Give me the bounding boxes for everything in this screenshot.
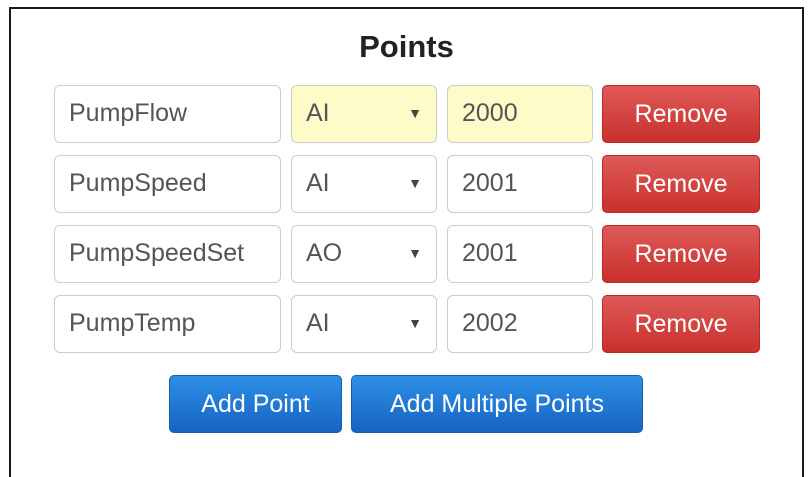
point-type-value: AO: [306, 239, 343, 267]
point-row: PumpTemp AI ▼ 2002 Remove: [54, 295, 762, 355]
point-name-input[interactable]: PumpFlow: [54, 85, 281, 143]
points-panel: Points PumpFlow AI ▼ 2000 Remove PumpSpe…: [9, 7, 804, 477]
point-row: PumpSpeedSet AO ▼ 2001 Remove: [54, 225, 762, 285]
point-type-select[interactable]: AI ▼: [291, 85, 437, 143]
point-type-select[interactable]: AI ▼: [291, 155, 437, 213]
point-type-value: AI: [306, 169, 330, 197]
remove-button[interactable]: Remove: [602, 85, 760, 143]
point-type-value: AI: [306, 309, 330, 337]
point-name-input[interactable]: PumpTemp: [54, 295, 281, 353]
remove-button[interactable]: Remove: [602, 295, 760, 353]
chevron-down-icon: ▼: [408, 315, 422, 331]
chevron-down-icon: ▼: [408, 175, 422, 191]
point-name-input[interactable]: PumpSpeedSet: [54, 225, 281, 283]
point-port-input[interactable]: 2002: [447, 295, 593, 353]
chevron-down-icon: ▼: [408, 105, 422, 121]
remove-button[interactable]: Remove: [602, 225, 760, 283]
point-row: PumpFlow AI ▼ 2000 Remove: [54, 85, 762, 145]
point-name-input[interactable]: PumpSpeed: [54, 155, 281, 213]
page-title: Points: [359, 29, 454, 64]
chevron-down-icon: ▼: [408, 245, 422, 261]
point-row: PumpSpeed AI ▼ 2001 Remove: [54, 155, 762, 215]
point-port-input[interactable]: 2001: [447, 155, 593, 213]
add-multiple-points-button[interactable]: Add Multiple Points: [351, 375, 643, 433]
point-type-select[interactable]: AO ▼: [291, 225, 437, 283]
point-port-input[interactable]: 2000: [447, 85, 593, 143]
point-type-value: AI: [306, 99, 330, 127]
remove-button[interactable]: Remove: [602, 155, 760, 213]
point-port-input[interactable]: 2001: [447, 225, 593, 283]
add-point-button[interactable]: Add Point: [169, 375, 342, 433]
point-type-select[interactable]: AI ▼: [291, 295, 437, 353]
